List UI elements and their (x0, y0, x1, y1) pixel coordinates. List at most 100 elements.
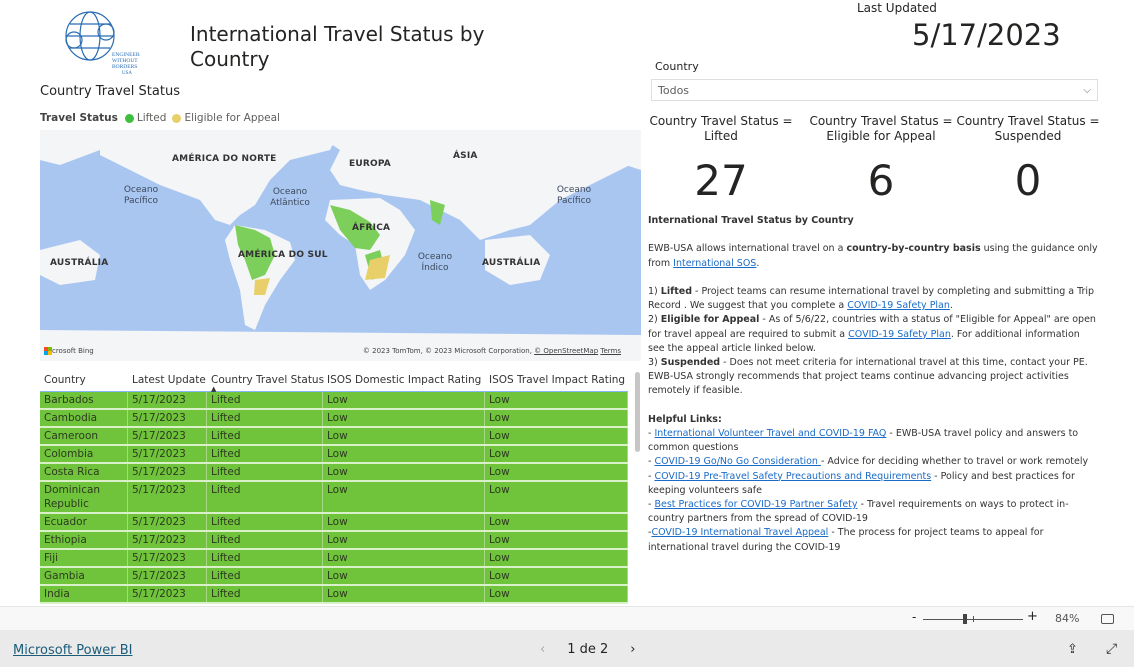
table-cell: Low (485, 446, 628, 462)
fullscreen-icon[interactable]: ⤢ (1106, 641, 1117, 657)
column-header-country[interactable]: Country (40, 374, 128, 386)
table-cell: Gambia (40, 568, 128, 584)
map-label-north-america: AMÉRICA DO NORTE (172, 154, 277, 164)
table-cell: Low (485, 532, 628, 548)
table-cell: Low (485, 410, 628, 426)
table-cell: Lifted (207, 392, 323, 408)
table-row[interactable]: India 5/17/2023 Lifted Low Low (40, 586, 628, 604)
table-row[interactable]: Fiji 5/17/2023 Lifted Low Low (40, 550, 628, 568)
table-row[interactable]: Barbados 5/17/2023 Lifted Low Low (40, 392, 628, 410)
table-cell: Ecuador (40, 514, 128, 530)
zoom-in-button[interactable]: + (1027, 609, 1038, 624)
zoom-level: 84% (1055, 612, 1080, 625)
lifted-dot-icon (124, 113, 134, 123)
table-cell: Low (323, 550, 485, 566)
table-cell: Ethiopia (40, 532, 128, 548)
fit-to-page-icon[interactable] (1101, 614, 1114, 624)
column-header-latest-update[interactable]: Latest Update (128, 374, 207, 386)
helpful-link-item: - COVID-19 Pre-Travel Safety Precautions… (648, 470, 1098, 498)
map-legend: Travel Status Lifted Eligible for Appeal (40, 112, 280, 124)
bing-attribution: Microsoft Bing (44, 347, 94, 355)
table-row[interactable]: Cambodia 5/17/2023 Lifted Low Low (40, 410, 628, 428)
safety-plan-link[interactable]: COVID-19 Safety Plan (847, 300, 950, 311)
legend-item-appeal[interactable]: Eligible for Appeal (184, 112, 280, 124)
text: EWB-USA allows international travel on a (648, 243, 847, 255)
column-header-travel-impact[interactable]: ISOS Travel Impact Rating (485, 374, 628, 386)
helpful-link-item: - COVID-19 Go/No Go Consideration - Advi… (648, 455, 1098, 469)
microsoft-logo-icon (44, 347, 52, 355)
kpi-eligible-for-appeal: Country Travel Status = Eligible for App… (806, 114, 956, 205)
table-cell: Low (485, 428, 628, 444)
map-label-europe: EUROPA (349, 159, 391, 169)
table-cell: India (40, 586, 128, 602)
table-row[interactable]: Cameroon 5/17/2023 Lifted Low Low (40, 428, 628, 446)
table-cell: Low (323, 514, 485, 530)
table-cell: Low (485, 586, 628, 602)
table-cell: Costa Rica (40, 464, 128, 480)
helpful-link[interactable]: COVID-19 International Travel Appeal (651, 527, 828, 538)
table-cell: 5/17/2023 (128, 446, 207, 462)
map-copyright: © 2023 TomTom, © 2023 Microsoft Corporat… (363, 347, 621, 355)
zoom-out-button[interactable]: - (912, 610, 916, 624)
map-label-africa: ÁFRICA (352, 223, 391, 233)
helpful-link-item: - International Volunteer Travel and COV… (648, 427, 1098, 455)
map-title: Country Travel Status (40, 84, 180, 99)
table-cell: Low (485, 392, 628, 408)
last-updated-label: Last Updated (857, 1, 937, 15)
table-cell: Lifted (207, 568, 323, 584)
svg-text:BORDERS: BORDERS (112, 64, 137, 70)
text: - Advice for deciding whether to travel … (820, 456, 1089, 468)
zoom-slider[interactable] (923, 614, 1023, 624)
helpful-link[interactable]: International Volunteer Travel and COVID… (654, 428, 886, 439)
table-scrollbar[interactable] (635, 372, 640, 452)
table-cell: 5/17/2023 (128, 428, 207, 444)
kpi-label: Country Travel Status = Lifted (649, 114, 793, 143)
helpful-link[interactable]: Best Practices for COVID-19 Partner Safe… (654, 499, 857, 510)
country-filter-dropdown[interactable]: Todos ⌵ (651, 79, 1098, 101)
column-header-travel-status[interactable]: Country Travel Status ▲ (207, 374, 324, 393)
info-heading: International Travel Status by Country (648, 215, 854, 226)
table-cell: Low (323, 410, 485, 426)
copyright-text: © 2023 TomTom, © 2023 Microsoft Corporat… (362, 347, 532, 355)
table-cell: Lifted (207, 532, 323, 548)
helpful-link-item: -COVID-19 International Travel Appeal - … (648, 526, 1098, 554)
map-label-indian: Oceano Índico (417, 252, 453, 273)
info-text-box: International Travel Status by Country E… (648, 214, 1098, 555)
table-cell: Barbados (40, 392, 128, 408)
table-row[interactable]: Costa Rica 5/17/2023 Lifted Low Low (40, 464, 628, 482)
table-row[interactable]: Dominican Republic 5/17/2023 Lifted Low Low (40, 482, 628, 514)
page-indicator: 1 de 2 (567, 642, 609, 657)
map-label-australia-left: AUSTRÁLIA (50, 258, 109, 268)
safety-plan-link-2[interactable]: COVID-19 Safety Plan (848, 329, 951, 340)
international-sos-link[interactable]: International SOS (673, 258, 756, 269)
kpi-lifted: Country Travel Status = Lifted 27 (646, 114, 796, 205)
map-label-asia: ÁSIA (453, 151, 478, 161)
legend-item-lifted[interactable]: Lifted (137, 112, 167, 124)
map-label-pacific-left: Oceano Pacífico (123, 185, 159, 206)
table-cell: Low (485, 482, 628, 512)
travel-status-map[interactable]: AMÉRICA DO NORTE EUROPA ÁSIA Oceano Pací… (40, 130, 641, 361)
osm-link[interactable]: © OpenStreetMap (534, 347, 598, 355)
helpful-link[interactable]: COVID-19 Pre-Travel Safety Precautions a… (654, 471, 931, 482)
power-bi-link[interactable]: Microsoft Power BI (13, 643, 132, 658)
legend-title: Travel Status (40, 112, 118, 124)
table-cell: Low (485, 464, 628, 480)
country-table: Country Latest Update Country Travel Sta… (40, 368, 628, 604)
table-row[interactable]: Colombia 5/17/2023 Lifted Low Low (40, 446, 628, 464)
table-cell: Low (323, 428, 485, 444)
table-cell: Low (323, 482, 485, 512)
table-cell: 5/17/2023 (128, 392, 207, 408)
share-icon[interactable]: ⇪ (1067, 642, 1078, 657)
table-row[interactable]: Ecuador 5/17/2023 Lifted Low Low (40, 514, 628, 532)
table-row[interactable]: Ethiopia 5/17/2023 Lifted Low Low (40, 532, 628, 550)
table-row[interactable]: Gambia 5/17/2023 Lifted Low Low (40, 568, 628, 586)
helpful-link[interactable]: COVID-19 Go/No Go Consideration (654, 456, 820, 467)
terms-link[interactable]: Terms (600, 347, 621, 355)
page-navigator: ‹ 1 de 2 › (540, 642, 635, 657)
next-page-icon[interactable]: › (630, 642, 635, 657)
column-header-domestic-impact[interactable]: ISOS Domestic Impact Rating (323, 374, 485, 386)
text: 3) (648, 357, 661, 369)
previous-page-icon[interactable]: ‹ (540, 642, 545, 657)
table-cell: Low (323, 532, 485, 548)
table-cell: 5/17/2023 (128, 482, 207, 512)
